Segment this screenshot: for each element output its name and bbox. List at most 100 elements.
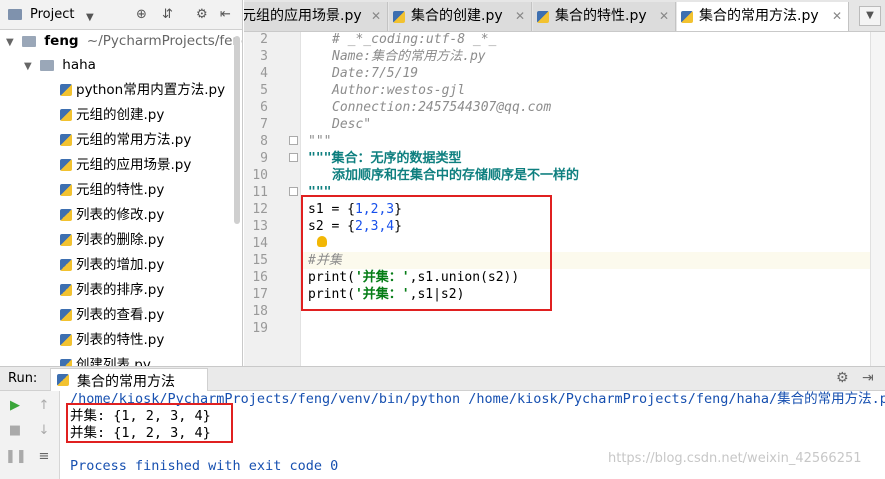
python-file-icon xyxy=(60,284,72,296)
expand-arrow-icon[interactable]: ▼ xyxy=(24,61,32,72)
tree-file[interactable]: 元组的创建.py xyxy=(0,103,242,127)
code-line-2: # _*_coding:utf-8 _*_ xyxy=(332,32,497,47)
tree-root-feng[interactable]: ▼ feng ~/PycharmProjects/feng xyxy=(6,29,243,53)
tab-set-methods[interactable]: 集合的常用方法.py ✕ xyxy=(677,2,849,31)
code-line-10: 添加顺序和在集合中的存储顺序是不一样的 xyxy=(332,168,580,183)
soft-wrap-icon[interactable]: ≡ xyxy=(34,447,54,467)
tree-folder-haha[interactable]: ▼ haha xyxy=(24,53,96,77)
collapse-all-icon[interactable]: ⇵ xyxy=(162,7,173,23)
code-line-6: Connection:2457544307@qq.com xyxy=(332,100,552,115)
python-file-icon xyxy=(60,209,72,221)
pause-icon[interactable]: ❚❚ xyxy=(5,447,27,467)
close-icon[interactable]: ✕ xyxy=(515,2,525,31)
tree-file[interactable]: 创建列表.py xyxy=(0,353,242,366)
root-name: feng xyxy=(44,33,79,49)
line-number: 9 xyxy=(260,151,268,166)
line-number: 11 xyxy=(252,185,268,200)
code-line-9: """集合：无序的数据类型 xyxy=(308,151,462,166)
tab-set-creation[interactable]: 集合的创建.py ✕ xyxy=(389,2,532,31)
run-config-tab[interactable]: 集合的常用方法 xyxy=(50,368,208,391)
tree-file[interactable]: 元组的特性.py xyxy=(0,178,242,202)
python-file-icon xyxy=(60,159,72,171)
line-number: 17 xyxy=(252,287,268,302)
python-file-icon xyxy=(60,334,72,346)
editor-scrollbar[interactable] xyxy=(870,32,885,366)
line-number: 6 xyxy=(260,100,268,115)
line-number: 15 xyxy=(252,253,268,268)
line-number: 2 xyxy=(260,32,268,47)
fold-marker-icon[interactable] xyxy=(289,187,298,196)
python-file-icon xyxy=(60,234,72,246)
tree-file[interactable]: 元组的常用方法.py xyxy=(0,128,242,152)
tree-file[interactable]: 列表的删除.py xyxy=(0,228,242,252)
tab-set-features[interactable]: 集合的特性.py ✕ xyxy=(533,2,676,31)
rerun-icon[interactable]: ▶ xyxy=(5,396,25,416)
chevron-down-icon[interactable]: ▼ xyxy=(86,10,94,26)
project-scrollbar[interactable] xyxy=(234,36,240,224)
python-file-icon xyxy=(537,11,549,23)
folder-name: haha xyxy=(62,57,96,73)
run-label: Run: xyxy=(8,371,38,386)
python-file-icon xyxy=(60,309,72,321)
folder-icon xyxy=(22,35,36,47)
code-line-5: Author:westos-gjl xyxy=(332,83,466,98)
python-file-icon xyxy=(60,84,72,96)
python-file-icon xyxy=(60,259,72,271)
crosshair-icon[interactable]: ⊕ xyxy=(136,7,147,23)
highlight-box-code xyxy=(301,195,552,311)
python-file-icon xyxy=(60,109,72,121)
tree-file[interactable]: 列表的增加.py xyxy=(0,253,242,277)
hide-panel-icon[interactable]: ⇥ xyxy=(862,370,874,386)
line-number: 3 xyxy=(260,49,268,64)
close-icon[interactable]: ✕ xyxy=(832,2,842,31)
project-view-selector[interactable]: Project xyxy=(30,7,74,22)
root-path: ~/PycharmProjects/feng xyxy=(86,33,243,49)
tree-file[interactable]: 列表的查看.py xyxy=(0,303,242,327)
run-toolbar: ▶ ↑ ■ ↓ ❚❚ ≡ xyxy=(0,391,60,479)
line-number: 18 xyxy=(252,304,268,319)
close-icon[interactable]: ✕ xyxy=(659,2,669,31)
highlight-box-output xyxy=(66,403,233,443)
tree-file[interactable]: 元组的应用场景.py xyxy=(0,153,242,177)
tree-file[interactable]: 列表的排序.py xyxy=(0,278,242,302)
code-line-8: """ xyxy=(308,134,332,149)
console-exit-message: Process finished with exit code 0 xyxy=(70,458,339,474)
project-toolbar: Project ▼ ⊕ ⇵ ⚙ ⇤ xyxy=(0,0,242,30)
tree-file[interactable]: 列表的特性.py xyxy=(0,328,242,352)
line-number: 7 xyxy=(260,117,268,132)
expand-arrow-icon[interactable]: ▼ xyxy=(6,37,14,48)
watermark: https://blog.csdn.net/weixin_42566251 xyxy=(608,451,862,466)
code-line-4: Date:7/5/19 xyxy=(332,66,419,81)
arrow-up-icon[interactable]: ↑ xyxy=(34,396,54,416)
line-number: 8 xyxy=(260,134,268,149)
gear-icon[interactable]: ⚙ xyxy=(836,370,849,386)
line-number: 12 xyxy=(252,202,268,217)
project-view-icon xyxy=(8,7,22,23)
fold-marker-icon[interactable] xyxy=(289,136,298,145)
editor-tabbar: 元组的应用场景.py ✕ 集合的创建.py ✕ 集合的特性.py ✕ 集合的常用… xyxy=(244,0,885,32)
folder-icon xyxy=(40,59,54,71)
line-number: 16 xyxy=(252,270,268,285)
tab-overflow-button[interactable]: ▼ xyxy=(859,6,881,26)
arrow-down-icon[interactable]: ↓ xyxy=(34,421,54,441)
tree-file[interactable]: python常用内置方法.py xyxy=(0,78,242,102)
python-file-icon xyxy=(681,11,693,23)
line-number: 19 xyxy=(252,321,268,336)
project-panel: Project ▼ ⊕ ⇵ ⚙ ⇤ ▼ feng ~/PycharmProjec… xyxy=(0,0,243,366)
line-number: 13 xyxy=(252,219,268,234)
code-line-7: Desc" xyxy=(332,117,372,132)
line-number: 14 xyxy=(252,236,268,251)
python-file-icon xyxy=(60,134,72,146)
close-icon[interactable]: ✕ xyxy=(371,2,381,31)
python-file-icon xyxy=(393,11,405,23)
line-number: 5 xyxy=(260,83,268,98)
gear-icon[interactable]: ⚙ xyxy=(196,7,208,23)
tab-tuple-scenarios[interactable]: 元组的应用场景.py ✕ xyxy=(244,2,388,31)
hide-panel-icon[interactable]: ⇤ xyxy=(220,7,231,23)
tree-file[interactable]: 列表的修改.py xyxy=(0,203,242,227)
fold-marker-icon[interactable] xyxy=(289,153,298,162)
code-line-3: Name:集合的常用方法.py xyxy=(332,49,486,64)
line-number: 4 xyxy=(260,66,268,81)
stop-icon[interactable]: ■ xyxy=(5,421,25,441)
python-file-icon xyxy=(60,184,72,196)
